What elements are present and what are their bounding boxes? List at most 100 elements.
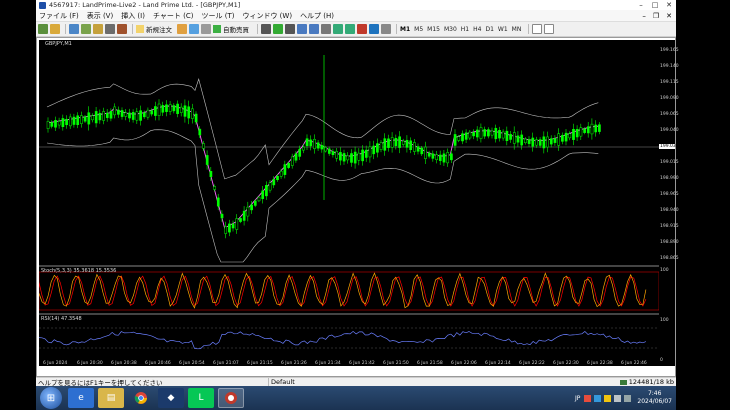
minimize-icon[interactable]: –: [634, 1, 648, 9]
tray-volume-icon[interactable]: [614, 394, 622, 402]
mdi-minimize-icon[interactable]: –: [642, 12, 646, 20]
timeframe-w1[interactable]: W1: [498, 26, 508, 33]
candle-body: [346, 155, 350, 161]
candle-body: [505, 130, 509, 141]
candle-body: [327, 148, 331, 154]
time-axis-label: 6 Jun 20:54: [179, 360, 205, 366]
status-profile: Default: [268, 378, 548, 386]
zoom-in-icon[interactable]: [297, 24, 307, 34]
new-chart-icon[interactable]: [38, 24, 48, 34]
candle-body: [390, 137, 394, 148]
candle-body: [265, 185, 268, 197]
candle-body: [446, 152, 450, 164]
candle-body: [302, 146, 305, 151]
tile-windows-icon[interactable]: [321, 24, 331, 34]
line-app-icon[interactable]: L: [188, 388, 214, 408]
signals-icon[interactable]: [189, 24, 199, 34]
meta-editor-icon[interactable]: [177, 24, 187, 34]
candlestick-icon[interactable]: [273, 24, 283, 34]
options-icon[interactable]: [201, 24, 211, 34]
navigator-icon[interactable]: [93, 24, 103, 34]
timeframe-h1[interactable]: H1: [461, 26, 469, 33]
mdi-restore-icon[interactable]: ❐: [653, 12, 659, 20]
candle-body: [213, 186, 216, 190]
ie-icon[interactable]: e: [68, 388, 94, 408]
periods-icon[interactable]: [369, 24, 379, 34]
time-axis-label: 6 Jun 22:06: [451, 360, 477, 366]
candle-body: [353, 151, 357, 164]
candle-body: [557, 133, 561, 146]
language-indicator[interactable]: JP: [575, 395, 580, 402]
menu-file[interactable]: ファイル (F): [39, 11, 79, 21]
maximize-icon[interactable]: □: [648, 1, 662, 9]
menu-tools[interactable]: ツール (T): [201, 11, 234, 21]
autoscroll-icon[interactable]: [333, 24, 343, 34]
mdi-close-icon[interactable]: ✕: [666, 12, 672, 20]
candle-body: [398, 136, 401, 148]
tray-flag-icon[interactable]: [624, 394, 632, 402]
timeframe-d1[interactable]: D1: [485, 26, 493, 33]
crosshair-icon[interactable]: [544, 24, 555, 34]
candle-body: [335, 151, 339, 159]
templates-icon[interactable]: [381, 24, 391, 34]
time-axis-label: 6 Jun 20:46: [145, 360, 171, 366]
candle-body: [457, 136, 461, 141]
candle-body: [542, 136, 546, 149]
timeframe-m30[interactable]: M30: [444, 26, 457, 33]
indicators-icon[interactable]: [357, 24, 367, 34]
price-axis: 199.165 199.140 199.115 199.090 199.065 199.0…: [659, 40, 679, 366]
system-clock[interactable]: 7:46 2024/06/07: [637, 390, 672, 406]
candle-body: [331, 151, 335, 156]
market-watch-icon[interactable]: [69, 24, 79, 34]
candle-body: [538, 139, 542, 146]
tray-security-icon[interactable]: [604, 394, 612, 402]
menu-charts[interactable]: チャート (C): [153, 11, 194, 21]
menu-insert[interactable]: 挿入 (I): [121, 11, 145, 21]
timeframe-m1[interactable]: M1: [400, 26, 410, 33]
menu-view[interactable]: 表示 (V): [87, 11, 113, 21]
file-explorer-icon[interactable]: ▤: [98, 388, 124, 408]
candle-body: [68, 116, 72, 127]
start-button[interactable]: ⊞: [40, 387, 62, 409]
strategy-tester-icon[interactable]: [117, 24, 127, 34]
tray-app-icon[interactable]: [584, 394, 592, 402]
chart-shift-icon[interactable]: [345, 24, 355, 34]
timeframe-m5[interactable]: M5: [414, 26, 423, 33]
menu-help[interactable]: ヘルプ (H): [300, 11, 334, 21]
auto-trading-button[interactable]: 自動売買: [213, 24, 249, 34]
moving-average-line: [46, 105, 599, 229]
time-axis-label: 6 Jun 21:26: [281, 360, 307, 366]
candle-body: [413, 142, 416, 152]
candle-body: [228, 223, 231, 233]
price-chart-svg[interactable]: 6 Jun 2024 6 Jun 20:30 6 Jun 20:38 6 Jun 20…: [38, 40, 660, 366]
timeframe-mn[interactable]: MN: [512, 26, 522, 33]
new-order-button[interactable]: 新規注文: [136, 24, 172, 34]
candle-body: [154, 106, 157, 116]
data-window-icon[interactable]: [81, 24, 91, 34]
zoom-out-icon[interactable]: [309, 24, 319, 34]
recorder-icon[interactable]: [218, 388, 244, 408]
candle-body: [276, 175, 279, 181]
stochastic-label: Stoch(5,3,3) 35.3618 15.3536: [41, 268, 117, 274]
cursor-icon[interactable]: [532, 24, 543, 34]
tray-network-icon[interactable]: [594, 394, 602, 402]
timeframe-h4[interactable]: H4: [473, 26, 481, 33]
profiles-icon[interactable]: [50, 24, 60, 34]
metatrader-taskbar-icon[interactable]: ◆: [158, 388, 184, 408]
time-axis-label: 6 Jun 22:38: [587, 360, 613, 366]
timeframe-m15[interactable]: M15: [427, 26, 440, 33]
line-chart-icon[interactable]: [285, 24, 295, 34]
chrome-icon[interactable]: [128, 388, 154, 408]
terminal-icon[interactable]: [105, 24, 115, 34]
candle-body: [80, 115, 83, 124]
candle-body: [387, 138, 390, 148]
chart-canvas[interactable]: 6 Jun 2024 6 Jun 20:30 6 Jun 20:38 6 Jun 20…: [38, 40, 660, 366]
status-bar: ヘルプを見るにはF1キーを押してください Default 124481/18 k…: [36, 377, 676, 387]
candle-body: [376, 143, 379, 153]
candle-body: [209, 171, 213, 177]
bar-chart-icon[interactable]: [261, 24, 271, 34]
time-axis-label: 6 Jun 21:15: [247, 360, 273, 366]
candle-body: [339, 152, 342, 161]
menu-window[interactable]: ウィンドウ (W): [242, 11, 292, 21]
close-icon[interactable]: ✕: [662, 1, 676, 9]
